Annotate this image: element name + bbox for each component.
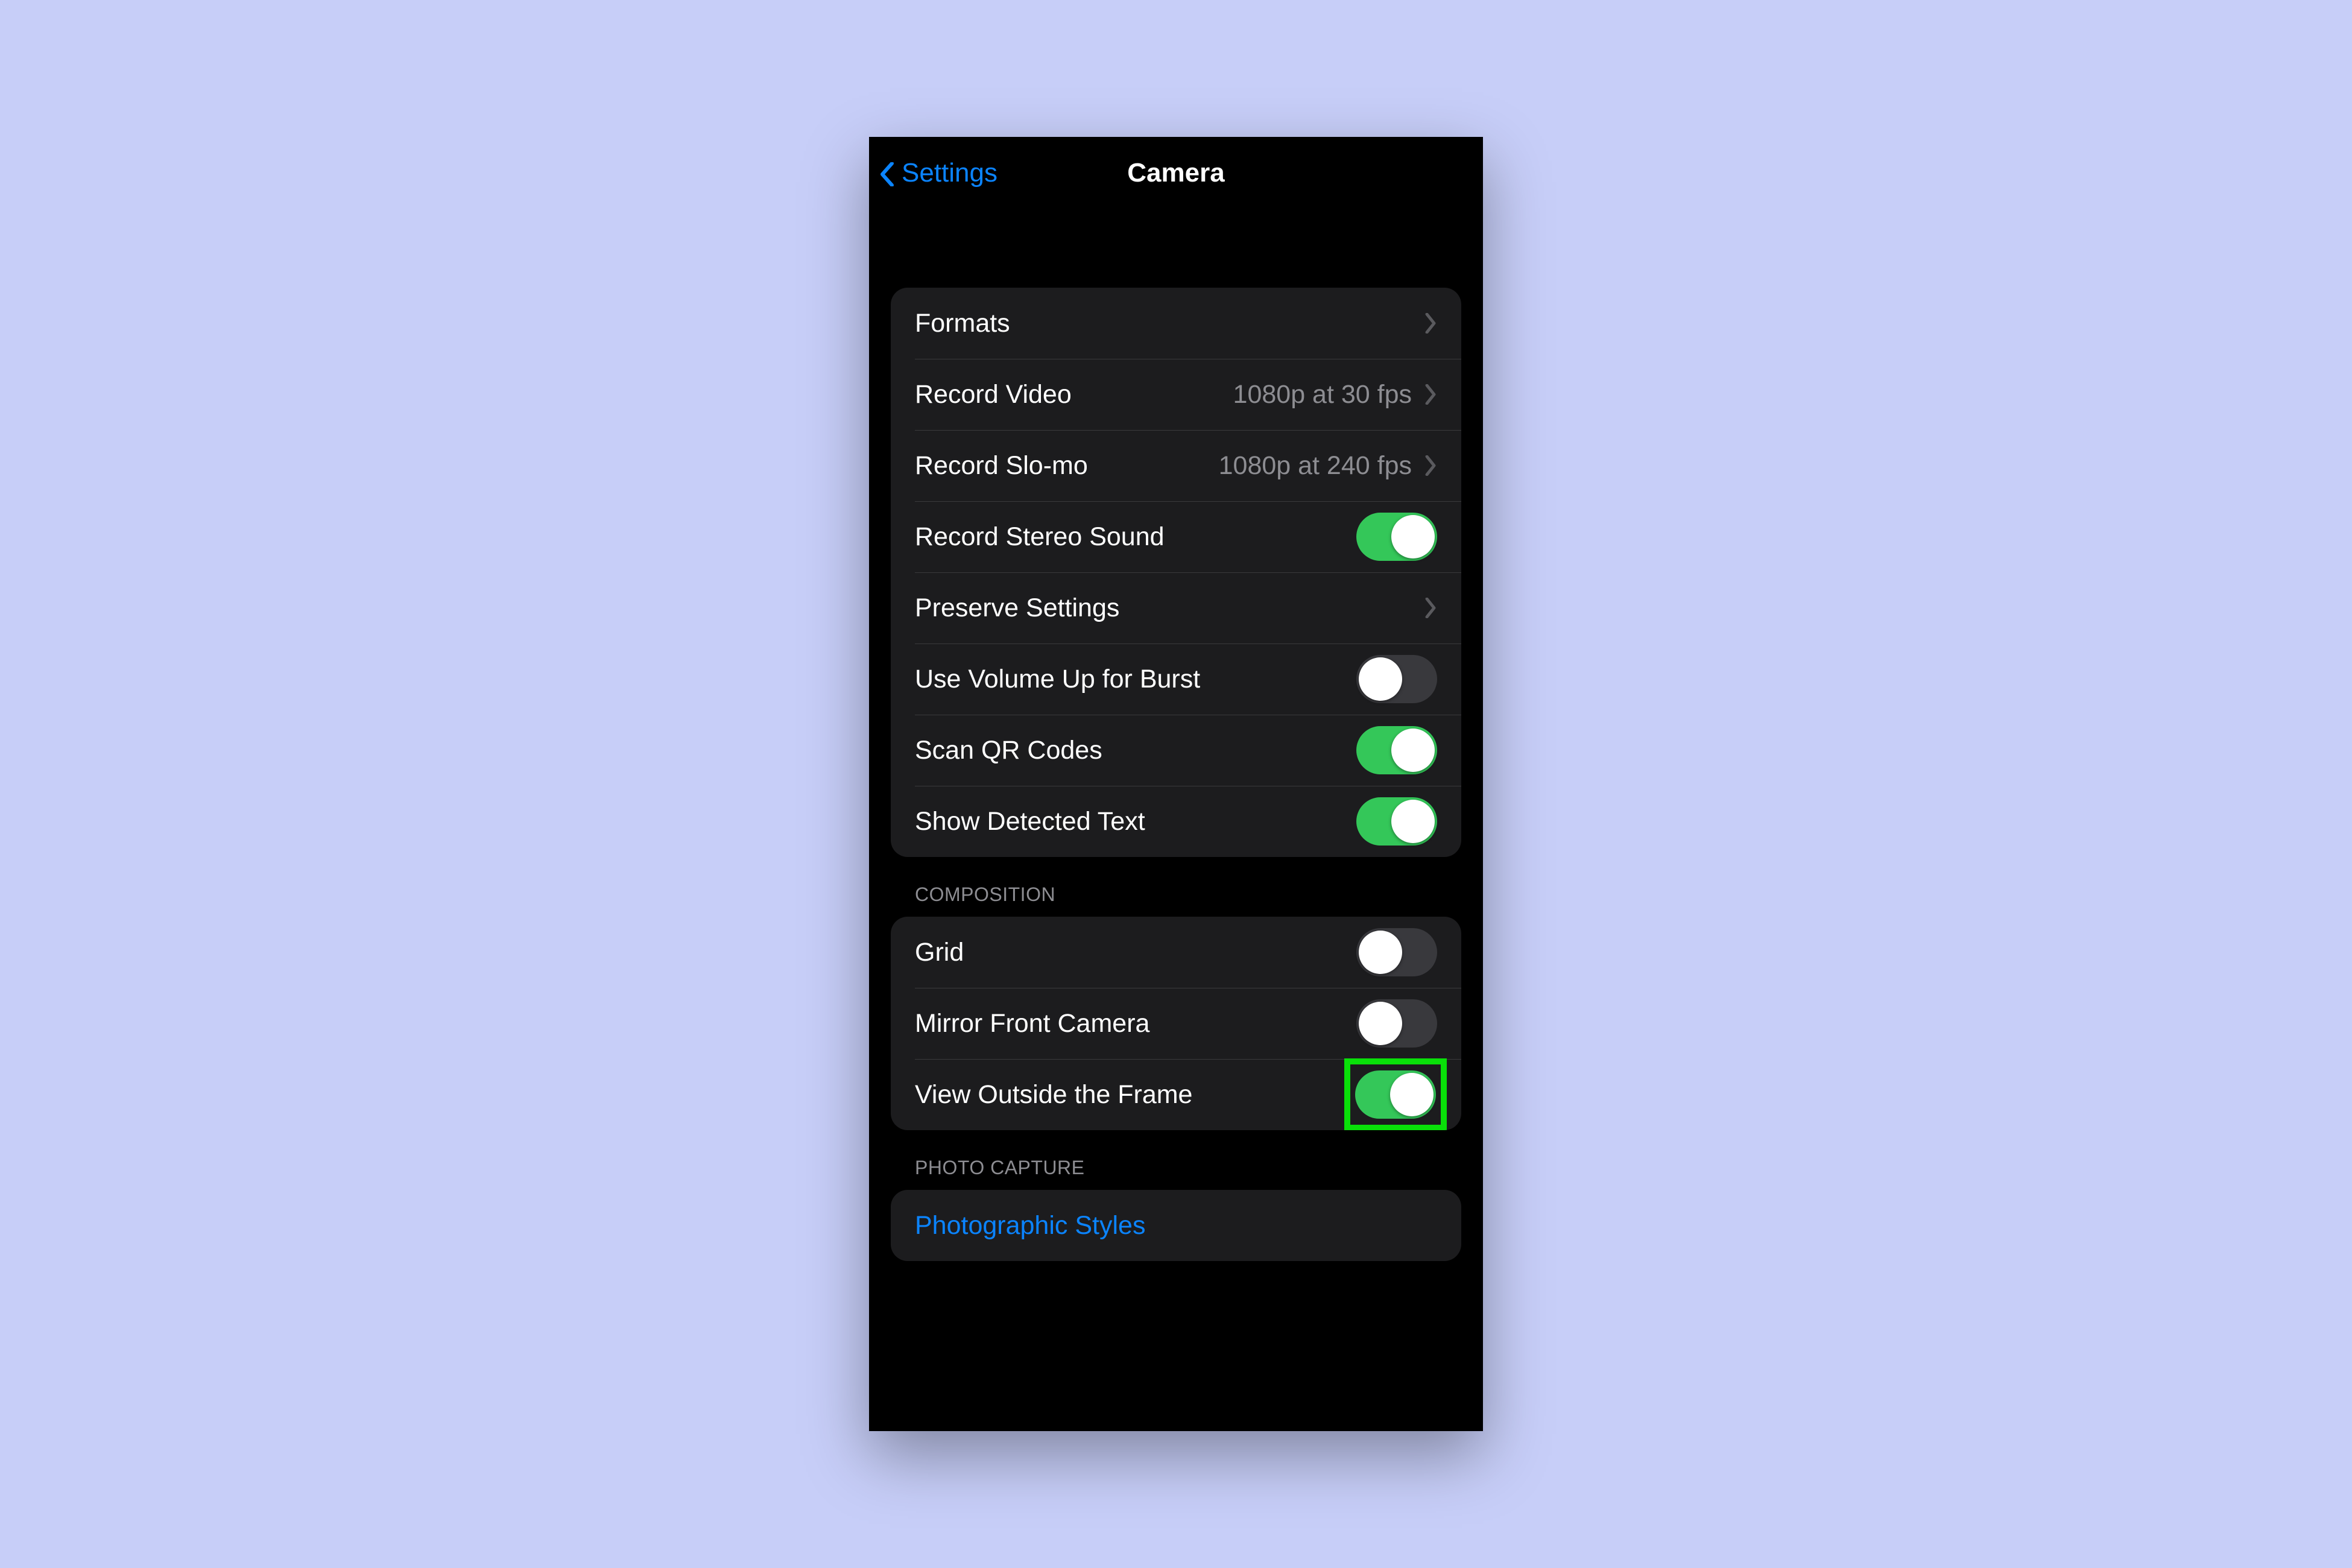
row-label: Scan QR Codes bbox=[915, 736, 1356, 765]
row-label: Use Volume Up for Burst bbox=[915, 665, 1356, 694]
highlight-outside-frame bbox=[1354, 1069, 1437, 1120]
back-button[interactable]: Settings bbox=[877, 158, 997, 188]
row-label: Preserve Settings bbox=[915, 593, 1424, 623]
row-photographic-styles[interactable]: Photographic Styles bbox=[891, 1190, 1461, 1261]
chevron-right-icon bbox=[1424, 313, 1437, 334]
row-label: Record Video bbox=[915, 380, 1233, 409]
row-stereo-sound: Record Stereo Sound bbox=[891, 501, 1461, 572]
row-label: Photographic Styles bbox=[915, 1211, 1437, 1241]
settings-group-photo-capture: Photographic Styles bbox=[891, 1190, 1461, 1261]
settings-group-composition: Grid Mirror Front Camera View Outside th… bbox=[891, 917, 1461, 1130]
back-label: Settings bbox=[902, 158, 997, 188]
section-header-composition: COMPOSITION bbox=[891, 857, 1461, 917]
row-formats[interactable]: Formats bbox=[891, 288, 1461, 359]
row-grid: Grid bbox=[891, 917, 1461, 988]
row-label: Grid bbox=[915, 938, 1356, 967]
row-value: 1080p at 240 fps bbox=[1219, 451, 1412, 481]
section-header-photo-capture: PHOTO CAPTURE bbox=[891, 1130, 1461, 1190]
row-scan-qr: Scan QR Codes bbox=[891, 715, 1461, 786]
row-label: Formats bbox=[915, 309, 1424, 338]
row-detected-text: Show Detected Text bbox=[891, 786, 1461, 857]
toggle-outside-frame[interactable] bbox=[1355, 1070, 1436, 1119]
row-volume-burst: Use Volume Up for Burst bbox=[891, 643, 1461, 715]
row-label: Record Slo-mo bbox=[915, 451, 1219, 481]
settings-group-main: Formats Record Video 1080p at 30 fps Rec… bbox=[891, 288, 1461, 857]
navigation-bar: Settings Camera bbox=[869, 137, 1483, 209]
row-record-video[interactable]: Record Video 1080p at 30 fps bbox=[891, 359, 1461, 430]
toggle-mirror-front[interactable] bbox=[1356, 999, 1437, 1048]
chevron-right-icon bbox=[1424, 384, 1437, 405]
chevron-right-icon bbox=[1424, 598, 1437, 618]
row-outside-frame: View Outside the Frame bbox=[891, 1059, 1461, 1130]
camera-settings-screen: Settings Camera Formats Record Video 108… bbox=[869, 137, 1483, 1431]
page-title: Camera bbox=[1127, 158, 1224, 188]
toggle-grid[interactable] bbox=[1356, 928, 1437, 976]
row-label: Record Stereo Sound bbox=[915, 522, 1356, 552]
row-mirror-front: Mirror Front Camera bbox=[891, 988, 1461, 1059]
settings-content: Formats Record Video 1080p at 30 fps Rec… bbox=[869, 209, 1483, 1261]
row-label: Show Detected Text bbox=[915, 807, 1356, 836]
toggle-stereo-sound[interactable] bbox=[1356, 513, 1437, 561]
row-label: Mirror Front Camera bbox=[915, 1009, 1356, 1038]
toggle-scan-qr[interactable] bbox=[1356, 726, 1437, 774]
row-value: 1080p at 30 fps bbox=[1233, 380, 1412, 409]
chevron-right-icon bbox=[1424, 455, 1437, 476]
row-record-slomo[interactable]: Record Slo-mo 1080p at 240 fps bbox=[891, 430, 1461, 501]
chevron-left-icon bbox=[877, 162, 899, 184]
row-label: View Outside the Frame bbox=[915, 1080, 1354, 1110]
toggle-detected-text[interactable] bbox=[1356, 797, 1437, 846]
toggle-volume-burst[interactable] bbox=[1356, 655, 1437, 703]
row-preserve-settings[interactable]: Preserve Settings bbox=[891, 572, 1461, 643]
